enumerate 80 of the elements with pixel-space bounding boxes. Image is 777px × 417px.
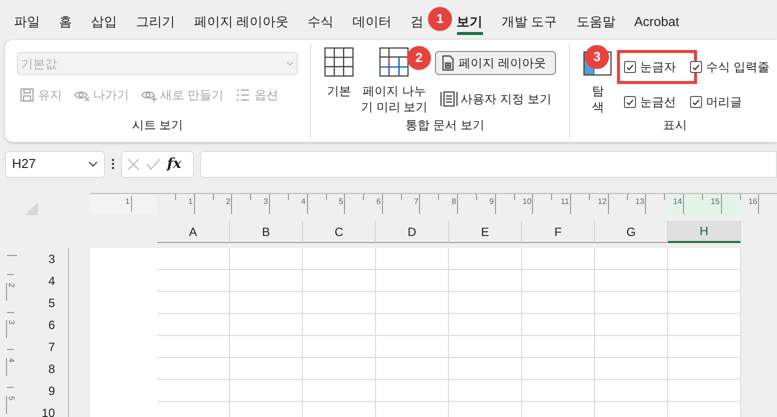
menu-tab[interactable]: 도움말 [576,12,616,32]
row-header[interactable]: 8 [27,358,68,380]
chevron-icon [286,61,294,66]
formula-input[interactable] [200,150,777,178]
ruler-label: 6 [376,196,382,208]
ruler-label: 2 [226,196,232,208]
checkbox-option[interactable]: 머리글 [690,92,770,112]
step-badge: 1 [428,7,452,31]
check-icon [692,64,700,70]
view-large-button[interactable]: 기본 [321,47,357,115]
row-header[interactable]: 4 [27,270,68,292]
list-icon [235,87,252,103]
check-icon[interactable] [146,158,161,170]
column-header[interactable]: C [303,221,376,243]
row-header[interactable]: 5 [27,292,68,314]
name-box[interactable]: H27 [5,150,105,178]
menu-tab[interactable]: 검 [410,12,424,32]
menu-tab[interactable]: 페이지 레이아웃 [194,12,289,32]
ruler-label: 1 [125,196,132,212]
ruler-label: 2 [6,282,16,301]
ruler-label: 4 [6,358,16,376]
ruler-label: 3 [263,196,269,208]
group-title: 통합 문서 보기 [406,117,484,134]
checkbox[interactable] [690,96,702,108]
ruler-label: 16 [748,196,758,208]
menu-tab[interactable]: 그리기 [136,12,175,32]
ruler-label: 5 [6,396,16,414]
menu-tab[interactable]: 보기 [456,9,483,35]
ruler-label: 8 [452,196,458,208]
save-icon [19,87,35,103]
menu-tab[interactable]: Acrobat [634,12,680,32]
row-header[interactable]: 6 [27,314,68,336]
checkbox[interactable] [624,61,636,73]
insert-function-button[interactable]: fx [167,154,182,174]
view-small-button[interactable]: 페이지 레이아웃 [434,51,556,75]
row-header[interactable]: 7 [27,336,68,358]
ruler-label: 15 [710,196,721,208]
ruler-label: 1 [188,196,194,208]
ruler-label: 7 [414,196,420,208]
more-icon[interactable] [111,158,115,170]
checkbox-option[interactable]: 수식 입력줄 [690,57,770,77]
menu-tab[interactable]: 개발 도구 [502,12,558,32]
row-header[interactable]: 9 [27,380,68,402]
check-icon [626,98,634,106]
check-icon [626,64,634,70]
checkbox-option[interactable]: 눈금선 [624,92,690,112]
check-icon [692,98,700,106]
column-header[interactable]: A [157,221,230,243]
ruler-label: 14 [673,196,683,208]
group-title: 시트 보기 [132,117,184,134]
column-header[interactable]: E [449,221,522,243]
menu-tab[interactable]: 수식 [308,12,334,32]
grid-icon [324,47,354,77]
ruler-label: 4 [301,196,307,208]
checkbox[interactable] [624,96,636,108]
checkbox[interactable] [690,61,702,73]
ruler-label: 12 [598,196,608,208]
chevron-icon [88,161,98,167]
menu-tab[interactable]: 데이터 [352,12,392,32]
ruler-label: 5 [338,196,344,208]
column-header[interactable]: B [230,221,303,243]
page-icon [440,55,456,71]
menu-tab[interactable]: 삽입 [91,12,117,32]
ruler-label: 3 [6,320,16,338]
row-header[interactable]: 10 [27,402,68,417]
checkbox-option[interactable]: 눈금자 [624,57,690,77]
page-break-icon [379,47,410,77]
group-title: 표시 [663,117,688,134]
ruler-label: 13 [635,196,646,208]
row-header[interactable]: 3 [27,248,68,270]
column-header[interactable]: H [668,221,741,243]
menu-tab[interactable]: 홈 [59,12,72,32]
column-header[interactable]: D [376,221,449,243]
page-view-icon [440,90,458,108]
column-header[interactable]: F [522,221,595,243]
ruler-label: 10 [522,196,532,208]
view-small-button[interactable]: 사용자 지정 보기 [434,87,556,111]
menu-tab[interactable]: 파일 [14,12,40,32]
ruler-label: 9 [489,196,495,208]
ruler-label: 11 [560,196,570,208]
